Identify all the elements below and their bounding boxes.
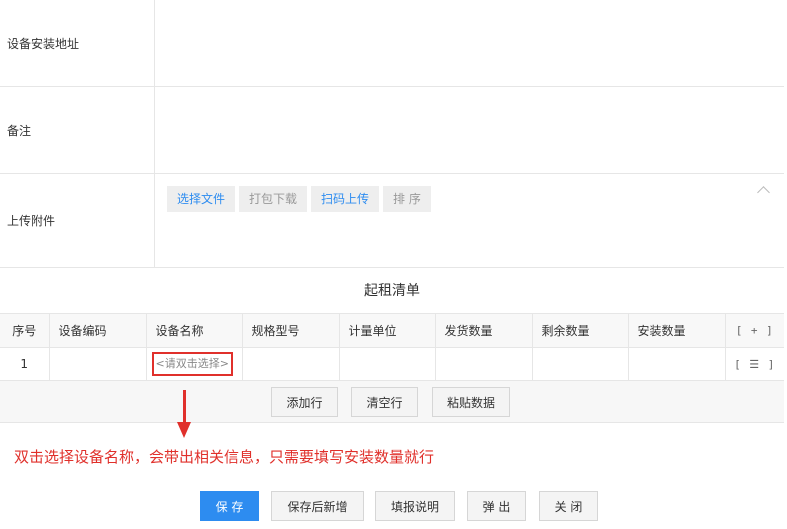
equipment-name-cell[interactable]: <请双击选择>: [146, 347, 243, 381]
pack-download-button[interactable]: 打包下载: [239, 186, 308, 212]
sort-button[interactable]: 排 序: [383, 186, 431, 212]
rental-list-table: 序号 设备编码 设备名称 规格型号 计量单位 发货数量 剩余数量 安装数量 [ …: [0, 314, 784, 381]
column-header: 发货数量: [435, 314, 533, 348]
spec-model-cell[interactable]: [242, 347, 340, 381]
row-menu-cell: [ ☰ ]: [725, 347, 784, 381]
add-column-cell: [ + ]: [725, 314, 784, 348]
annotation-arrow-line: [183, 390, 186, 424]
equipment-code-cell[interactable]: [49, 347, 147, 381]
shipped-qty-cell[interactable]: [435, 347, 533, 381]
popup-button[interactable]: 弹 出: [467, 491, 526, 521]
remark-label: 备注: [0, 87, 155, 173]
add-row-button[interactable]: 添加行: [271, 387, 338, 417]
form-row-upload: 上传附件 选择文件 打包下载 扫码上传 排 序: [0, 174, 784, 268]
column-header: 规格型号: [242, 314, 340, 348]
save-button[interactable]: 保 存: [200, 491, 259, 521]
close-button[interactable]: 关 闭: [539, 491, 598, 521]
form-row-remark: 备注: [0, 87, 784, 174]
arrow-down-icon: [177, 422, 191, 438]
upload-button-group: 选择文件 打包下载 扫码上传 排 序: [167, 186, 431, 212]
select-file-button[interactable]: 选择文件: [167, 186, 236, 212]
save-and-new-button[interactable]: 保存后新增: [271, 491, 364, 521]
list-title: 起租清单: [0, 268, 784, 314]
column-header: 剩余数量: [532, 314, 629, 348]
row-menu-button[interactable]: [ ☰ ]: [734, 358, 775, 371]
remaining-qty-cell[interactable]: [532, 347, 629, 381]
column-header: 计量单位: [339, 314, 436, 348]
clear-rows-button[interactable]: 清空行: [351, 387, 418, 417]
install-address-input[interactable]: [155, 0, 784, 86]
equipment-name-select-hint[interactable]: <请双击选择>: [151, 351, 233, 376]
add-row-icon-button[interactable]: [ + ]: [736, 324, 774, 337]
row-action-bar: 添加行 清空行 粘贴数据: [0, 381, 784, 423]
annotation-text: 双击选择设备名称，会带出相关信息，只需要填写安装数量就行: [14, 448, 435, 466]
table-row: 1 <请双击选择> [ ☰ ]: [0, 347, 784, 381]
upload-label: 上传附件: [0, 174, 155, 267]
install-qty-cell[interactable]: [628, 347, 726, 381]
fill-instructions-button[interactable]: 填报说明: [375, 491, 455, 521]
unit-cell[interactable]: [339, 347, 436, 381]
scan-upload-button[interactable]: 扫码上传: [311, 186, 380, 212]
form-row-install-address: 设备安装地址: [0, 0, 784, 87]
paste-data-button[interactable]: 粘贴数据: [432, 387, 510, 417]
column-header: 序号: [0, 314, 50, 348]
column-header: 安装数量: [628, 314, 726, 348]
table-header-row: 序号 设备编码 设备名称 规格型号 计量单位 发货数量 剩余数量 安装数量 [ …: [0, 314, 784, 348]
upload-area: 选择文件 打包下载 扫码上传 排 序: [155, 174, 784, 267]
install-address-label: 设备安装地址: [0, 0, 155, 86]
column-header: 设备编码: [49, 314, 147, 348]
chevron-up-icon[interactable]: [757, 186, 770, 199]
row-seq-cell: 1: [0, 347, 50, 381]
remark-input[interactable]: [155, 87, 784, 173]
column-header: 设备名称: [146, 314, 243, 348]
